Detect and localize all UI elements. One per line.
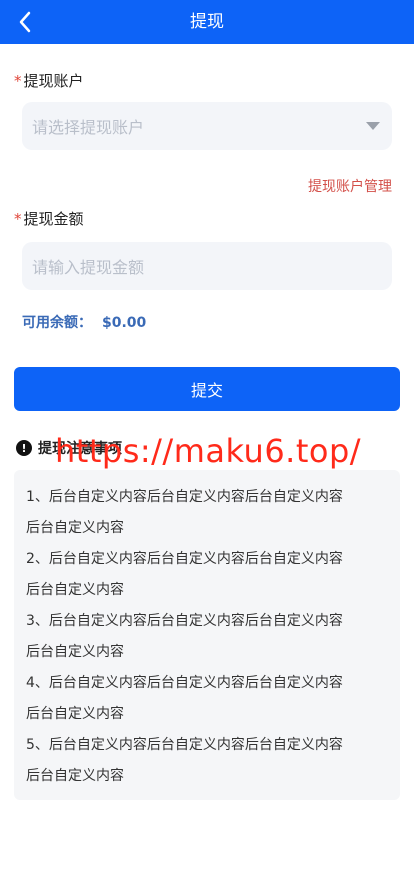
balance-value: $0.00 (102, 315, 147, 331)
account-placeholder: 请选择提现账户 (32, 118, 145, 137)
notice-line: 后台自定义内容 (26, 582, 124, 598)
amount-label: 提现金额 (23, 210, 84, 228)
notice-line: 后台自定义内容 (26, 706, 124, 722)
page-title: 提现 (190, 12, 224, 32)
submit-button[interactable]: 提交 (14, 367, 400, 411)
required-star: * (14, 210, 22, 228)
balance-label: 可用余额： (22, 315, 92, 331)
notice-line: 5、后台自定义内容后台自定义内容后台自定义内容 (26, 737, 343, 753)
top-bar: 提现 (0, 0, 414, 44)
account-select[interactable]: 请选择提现账户 (22, 102, 392, 150)
notice-line: 后台自定义内容 (26, 520, 124, 536)
notice-line: 1、后台自定义内容后台自定义内容后台自定义内容 (26, 489, 343, 505)
notice-line: 4、后台自定义内容后台自定义内容后台自定义内容 (26, 675, 343, 691)
watermark-text: https://maku6.top/ (55, 432, 362, 470)
account-label-row: * 提现账户 (14, 70, 84, 91)
dropdown-caret-icon (366, 122, 380, 130)
notice-line: 3、后台自定义内容后台自定义内容后台自定义内容 (26, 613, 343, 629)
account-label: 提现账户 (23, 72, 84, 90)
notice-line: 后台自定义内容 (26, 644, 124, 660)
balance-row: 可用余额： $0.00 (22, 312, 146, 332)
notice-line: 2、后台自定义内容后台自定义内容后台自定义内容 (26, 551, 343, 567)
account-manage-link[interactable]: 提现账户管理 (308, 176, 392, 196)
required-star: * (14, 72, 22, 90)
amount-placeholder: 请输入提现金额 (32, 258, 145, 277)
notice-line: 后台自定义内容 (26, 768, 124, 784)
info-icon: ! (16, 440, 32, 456)
notice-box: 1、后台自定义内容后台自定义内容后台自定义内容 后台自定义内容 2、后台自定义内… (14, 470, 400, 800)
amount-label-row: * 提现金额 (14, 208, 84, 229)
amount-input[interactable]: 请输入提现金额 (22, 242, 392, 290)
